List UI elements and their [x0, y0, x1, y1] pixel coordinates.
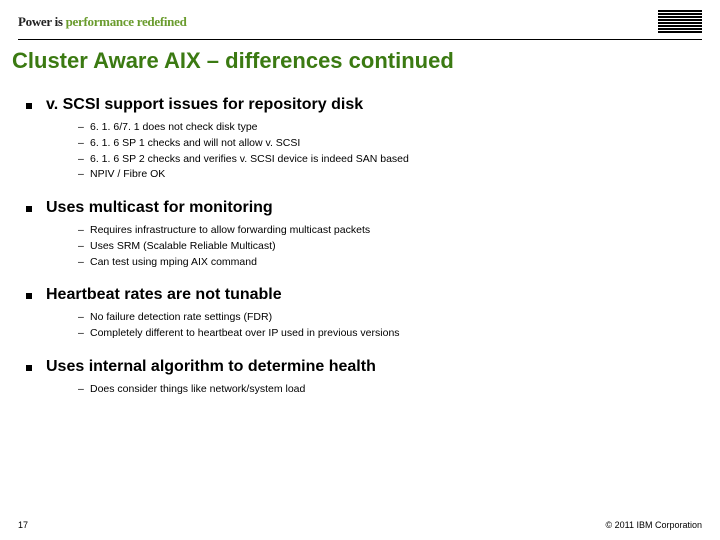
- sub-text: NPIV / Fibre OK: [90, 167, 165, 183]
- bullet-heading: Uses multicast for monitoring: [46, 199, 273, 217]
- bullet-item: Uses multicast for monitoring: [18, 199, 702, 217]
- sub-item: –No failure detection rate settings (FDR…: [78, 310, 702, 326]
- page-number: 17: [18, 520, 28, 530]
- sub-item: –6. 1. 6 SP 1 checks and will not allow …: [78, 136, 702, 152]
- bullet-item: Uses internal algorithm to determine hea…: [18, 358, 702, 376]
- sub-item: –NPIV / Fibre OK: [78, 167, 702, 183]
- sub-text: No failure detection rate settings (FDR): [90, 310, 272, 326]
- dash-icon: –: [78, 255, 90, 271]
- tagline: Power is performance redefined: [18, 14, 187, 30]
- dash-icon: –: [78, 382, 90, 398]
- square-bullet-icon: [26, 293, 32, 299]
- dash-icon: –: [78, 136, 90, 152]
- tagline-pre: Power is: [18, 14, 66, 29]
- sub-list: –Requires infrastructure to allow forwar…: [78, 223, 702, 270]
- sub-text: 6. 1. 6 SP 1 checks and will not allow v…: [90, 136, 300, 152]
- dash-icon: –: [78, 223, 90, 239]
- sub-item: –Can test using mping AIX command: [78, 255, 702, 271]
- square-bullet-icon: [26, 103, 32, 109]
- bullet-item: Heartbeat rates are not tunable: [18, 286, 702, 304]
- tagline-highlight: performance redefined: [66, 14, 187, 29]
- square-bullet-icon: [26, 206, 32, 212]
- sub-item: –6. 1. 6 SP 2 checks and verifies v. SCS…: [78, 152, 702, 168]
- slide-content: v. SCSI support issues for repository di…: [0, 80, 720, 398]
- sub-item: –Uses SRM (Scalable Reliable Multicast): [78, 239, 702, 255]
- sub-text: 6. 1. 6/7. 1 does not check disk type: [90, 120, 258, 136]
- sub-list: –Does consider things like network/syste…: [78, 382, 702, 398]
- dash-icon: –: [78, 239, 90, 255]
- sub-list: –No failure detection rate settings (FDR…: [78, 310, 702, 342]
- sub-text: 6. 1. 6 SP 2 checks and verifies v. SCSI…: [90, 152, 409, 168]
- sub-text: Completely different to heartbeat over I…: [90, 326, 400, 342]
- bullet-heading: Uses internal algorithm to determine hea…: [46, 358, 376, 376]
- copyright: © 2011 IBM Corporation: [605, 520, 702, 530]
- sub-text: Uses SRM (Scalable Reliable Multicast): [90, 239, 276, 255]
- dash-icon: –: [78, 152, 90, 168]
- sub-item: –6. 1. 6/7. 1 does not check disk type: [78, 120, 702, 136]
- dash-icon: –: [78, 120, 90, 136]
- sub-text: Requires infrastructure to allow forward…: [90, 223, 370, 239]
- bullet-item: v. SCSI support issues for repository di…: [18, 96, 702, 114]
- ibm-logo-icon: [658, 10, 702, 33]
- slide-title: Cluster Aware AIX – differences continue…: [0, 40, 720, 80]
- dash-icon: –: [78, 310, 90, 326]
- sub-item: –Completely different to heartbeat over …: [78, 326, 702, 342]
- bullet-heading: v. SCSI support issues for repository di…: [46, 96, 363, 114]
- sub-text: Does consider things like network/system…: [90, 382, 305, 398]
- square-bullet-icon: [26, 365, 32, 371]
- slide-footer: 17 © 2011 IBM Corporation: [0, 520, 720, 530]
- sub-item: –Requires infrastructure to allow forwar…: [78, 223, 702, 239]
- dash-icon: –: [78, 167, 90, 183]
- sub-list: –6. 1. 6/7. 1 does not check disk type –…: [78, 120, 702, 183]
- sub-text: Can test using mping AIX command: [90, 255, 257, 271]
- bullet-heading: Heartbeat rates are not tunable: [46, 286, 282, 304]
- dash-icon: –: [78, 326, 90, 342]
- sub-item: –Does consider things like network/syste…: [78, 382, 702, 398]
- slide-header: Power is performance redefined: [0, 0, 720, 37]
